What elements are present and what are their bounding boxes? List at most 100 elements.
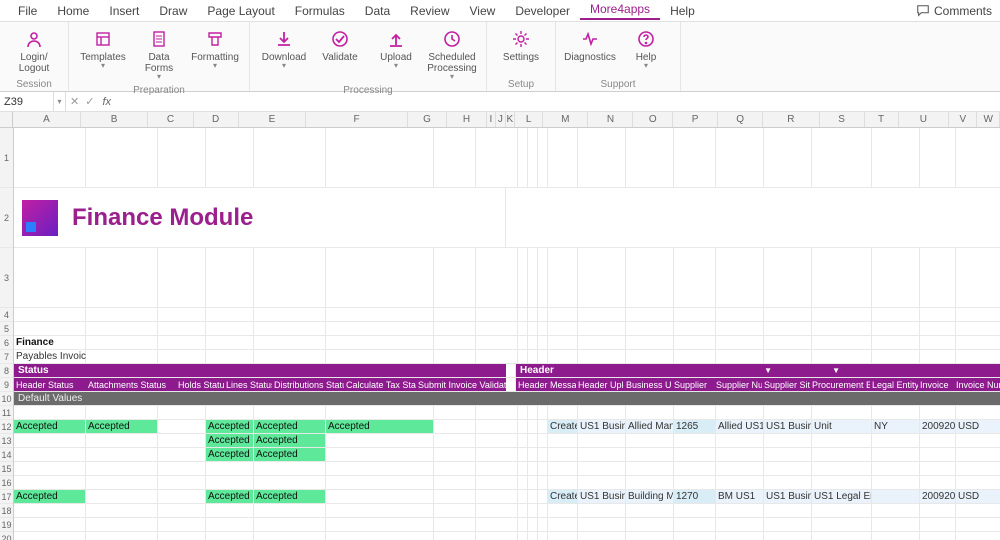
cell[interactable] bbox=[14, 322, 86, 335]
cell[interactable] bbox=[538, 350, 548, 363]
header-col-header[interactable]: Header Messages bbox=[516, 378, 576, 391]
cell[interactable] bbox=[158, 462, 206, 475]
cell[interactable]: Accepted bbox=[254, 448, 326, 461]
cell[interactable] bbox=[518, 406, 528, 419]
cell[interactable]: US1 Legal Entity bbox=[812, 490, 872, 503]
cell[interactable] bbox=[206, 406, 254, 419]
cell[interactable] bbox=[956, 532, 1000, 540]
cell[interactable] bbox=[476, 336, 518, 349]
cell[interactable] bbox=[764, 448, 812, 461]
cell[interactable] bbox=[518, 420, 528, 433]
cell[interactable] bbox=[812, 248, 872, 307]
cell[interactable]: NY bbox=[872, 420, 920, 433]
cell[interactable] bbox=[14, 308, 86, 321]
cell[interactable] bbox=[548, 406, 578, 419]
cell[interactable] bbox=[548, 248, 578, 307]
col-H[interactable]: H bbox=[447, 112, 486, 127]
cell[interactable] bbox=[548, 350, 578, 363]
cell[interactable] bbox=[872, 322, 920, 335]
status-col-header[interactable]: Distributions Status bbox=[272, 378, 344, 391]
cell[interactable] bbox=[476, 128, 518, 187]
cell[interactable] bbox=[674, 322, 716, 335]
cell[interactable] bbox=[86, 448, 158, 461]
cell[interactable] bbox=[812, 448, 872, 461]
col-J[interactable]: J bbox=[496, 112, 505, 127]
cell[interactable] bbox=[254, 308, 326, 321]
cell[interactable] bbox=[254, 350, 326, 363]
cell[interactable] bbox=[764, 476, 812, 489]
cell[interactable] bbox=[158, 532, 206, 540]
cell[interactable] bbox=[86, 322, 158, 335]
col-V[interactable]: V bbox=[949, 112, 977, 127]
cell[interactable] bbox=[764, 322, 812, 335]
cell[interactable] bbox=[626, 322, 674, 335]
cell[interactable] bbox=[518, 504, 528, 517]
cell[interactable] bbox=[206, 462, 254, 475]
cell[interactable]: 20092017722 bbox=[920, 490, 956, 503]
header-col-header[interactable]: Invoice Number bbox=[954, 378, 1000, 391]
cell[interactable] bbox=[920, 434, 956, 447]
row-header[interactable]: 17 bbox=[0, 490, 13, 504]
cell[interactable] bbox=[674, 462, 716, 475]
cell[interactable] bbox=[716, 504, 764, 517]
select-all-corner[interactable] bbox=[0, 112, 13, 127]
cell[interactable]: Accepted bbox=[14, 420, 86, 433]
cell[interactable] bbox=[14, 504, 86, 517]
cell[interactable]: Accepted bbox=[14, 490, 86, 503]
cell[interactable] bbox=[158, 128, 206, 187]
cell[interactable] bbox=[538, 532, 548, 540]
cell[interactable] bbox=[920, 128, 956, 187]
cell[interactable] bbox=[206, 504, 254, 517]
row-header[interactable]: 1 bbox=[0, 128, 13, 188]
cell[interactable]: 20092017721 bbox=[920, 420, 956, 433]
cell[interactable] bbox=[326, 322, 434, 335]
cell[interactable] bbox=[86, 308, 158, 321]
cell[interactable] bbox=[86, 490, 158, 503]
header-col-header[interactable]: Supplier bbox=[672, 378, 714, 391]
cell[interactable] bbox=[476, 448, 518, 461]
cell[interactable]: Accepted bbox=[254, 434, 326, 447]
cell[interactable] bbox=[812, 350, 872, 363]
cell[interactable] bbox=[920, 448, 956, 461]
cell[interactable] bbox=[716, 462, 764, 475]
cell[interactable] bbox=[716, 322, 764, 335]
cell[interactable] bbox=[548, 462, 578, 475]
cell[interactable] bbox=[538, 434, 548, 447]
row-header[interactable]: 20 bbox=[0, 532, 13, 540]
col-D[interactable]: D bbox=[194, 112, 239, 127]
cell[interactable] bbox=[158, 420, 206, 433]
cell[interactable] bbox=[326, 448, 434, 461]
cell[interactable] bbox=[872, 490, 920, 503]
row-header[interactable]: 5 bbox=[0, 322, 13, 336]
cell[interactable] bbox=[872, 350, 920, 363]
cell[interactable] bbox=[528, 322, 538, 335]
cell[interactable] bbox=[528, 128, 538, 187]
cell[interactable]: US1 Business bbox=[764, 490, 812, 503]
cell[interactable] bbox=[764, 308, 812, 321]
cell[interactable] bbox=[578, 350, 626, 363]
ribbon-help-button[interactable]: Help▾ bbox=[618, 24, 674, 78]
cell[interactable] bbox=[434, 406, 476, 419]
header-col-header[interactable]: Business Unit bbox=[624, 378, 672, 391]
cell[interactable] bbox=[254, 476, 326, 489]
cell[interactable] bbox=[434, 504, 476, 517]
cell[interactable] bbox=[812, 532, 872, 540]
cell[interactable] bbox=[548, 504, 578, 517]
cell[interactable] bbox=[476, 420, 518, 433]
cell[interactable]: Unit bbox=[812, 420, 872, 433]
row-header[interactable]: 10 bbox=[0, 392, 13, 406]
cell[interactable] bbox=[548, 322, 578, 335]
cell[interactable] bbox=[158, 504, 206, 517]
cell[interactable] bbox=[538, 504, 548, 517]
row-header[interactable]: 13 bbox=[0, 434, 13, 448]
cell[interactable]: USD bbox=[956, 420, 1000, 433]
header-col-header[interactable]: Supplier Site bbox=[762, 378, 810, 391]
cell[interactable] bbox=[872, 476, 920, 489]
cell[interactable] bbox=[326, 476, 434, 489]
cell[interactable]: BM US1 bbox=[716, 490, 764, 503]
cell[interactable] bbox=[626, 406, 674, 419]
cell[interactable] bbox=[476, 462, 518, 475]
cell[interactable] bbox=[518, 308, 528, 321]
cell[interactable] bbox=[476, 504, 518, 517]
ribbon-login-button[interactable]: Login/Logout bbox=[6, 24, 62, 78]
